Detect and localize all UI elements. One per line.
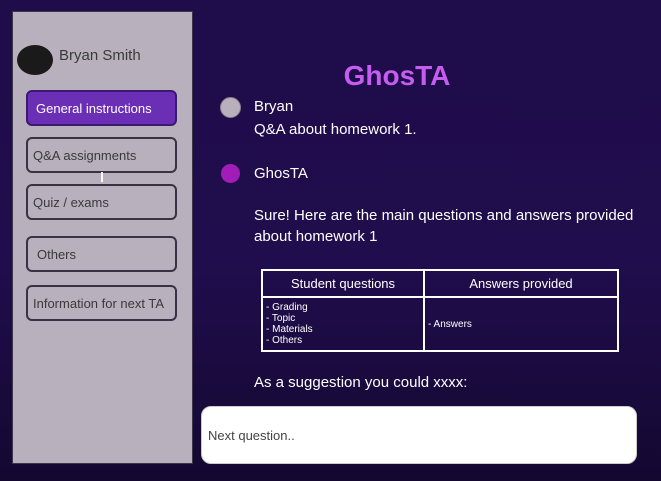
app-title: GhosTA: [343, 60, 451, 91]
avatar: [17, 45, 53, 75]
user-name: Bryan Smith: [59, 47, 141, 64]
sidebar-item-info-next-ta[interactable]: Information for next TA: [26, 285, 177, 321]
sidebar-item-general-instructions[interactable]: General instructions: [26, 90, 177, 126]
sidebar-item-label: General instructions: [36, 100, 152, 116]
message-text: Q&A about homework 1.: [254, 121, 417, 138]
message-author: GhosTA: [254, 165, 308, 182]
table-header: Answers provided: [423, 269, 619, 298]
table-cell-questions: - Grading - Topic - Materials - Others: [261, 296, 425, 352]
table-cell-answers: - Answers: [423, 296, 619, 352]
sidebar-item-qa-assignments[interactable]: Q&A assignments: [26, 137, 177, 173]
chat-input[interactable]: [201, 406, 637, 464]
user-avatar-dot: [220, 97, 241, 118]
sidebar-item-label: Quiz / exams: [33, 194, 109, 210]
connector-line: [101, 172, 103, 182]
sidebar-item-quiz-exams[interactable]: Quiz / exams: [26, 184, 177, 220]
qa-table: Student questions Answers provided - Gra…: [261, 269, 619, 352]
table-header-row: Student questions Answers provided: [261, 269, 619, 298]
sidebar-item-label: Others: [37, 246, 77, 262]
message-text: about homework 1: [254, 228, 378, 245]
list-item: - Grading: [266, 302, 308, 313]
sidebar-item-others[interactable]: Others: [26, 236, 177, 272]
table-row: - Grading - Topic - Materials - Others -…: [261, 296, 619, 352]
list-item: - Topic: [266, 313, 296, 324]
list-item: - Materials: [266, 324, 313, 335]
suggestion-text: As a suggestion you could xxxx:: [254, 374, 468, 391]
assistant-avatar-dot: [221, 164, 240, 183]
message-author: Bryan: [254, 98, 294, 115]
table-header: Student questions: [261, 269, 425, 298]
list-item: - Others: [266, 335, 303, 346]
sidebar-item-label: Information for next TA: [33, 295, 165, 311]
sidebar-item-label: Q&A assignments: [33, 147, 137, 163]
list-item: - Answers: [428, 318, 472, 330]
message-text: Sure! Here are the main questions and an…: [254, 207, 634, 224]
